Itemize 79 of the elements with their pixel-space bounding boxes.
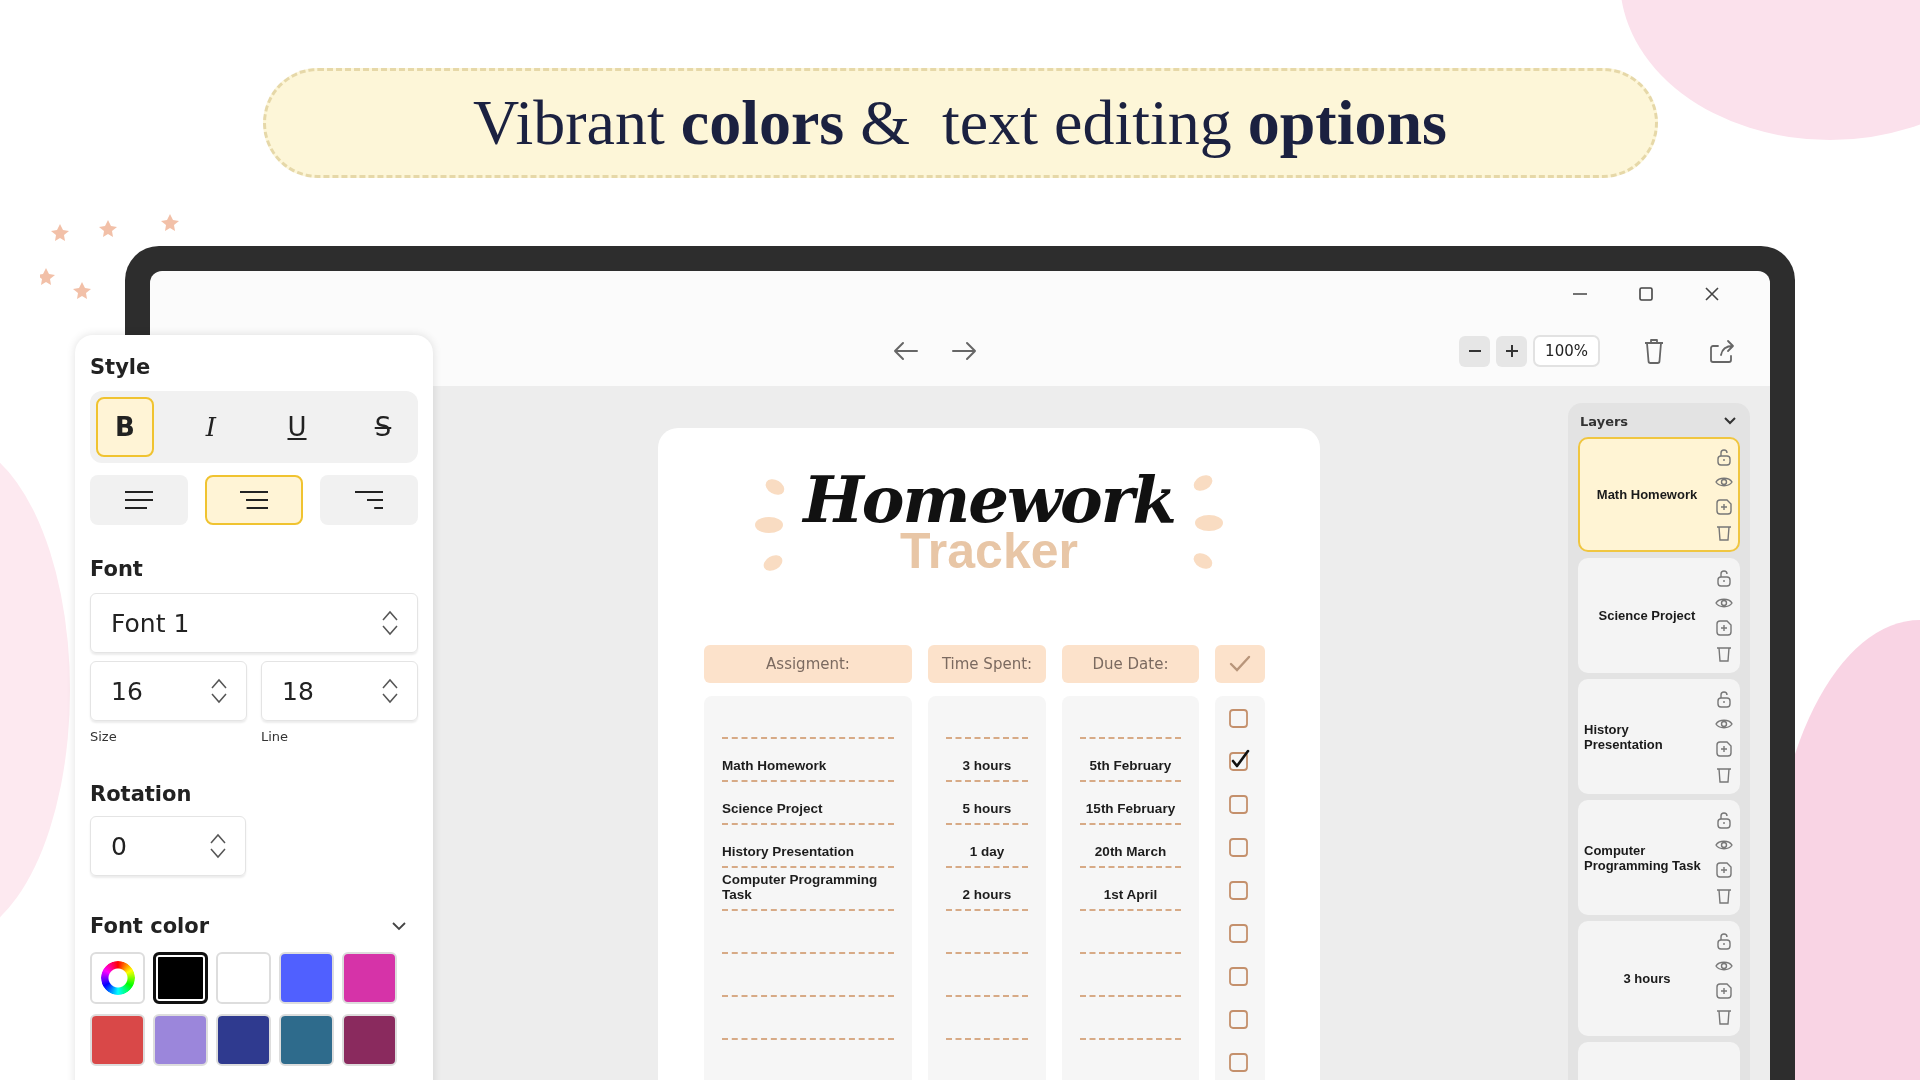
table-cell-text: Computer Programming Task xyxy=(722,871,879,903)
spinner-icon xyxy=(210,677,228,705)
layer-item[interactable]: 3 hours xyxy=(1578,921,1740,1036)
text-style-button[interactable]: S xyxy=(354,397,412,457)
table-cell: 3 hours xyxy=(962,758,1012,774)
align-button[interactable] xyxy=(90,475,188,525)
color-swatch[interactable] xyxy=(153,952,208,1004)
section-title: Rotation xyxy=(90,782,193,806)
trash-icon[interactable] xyxy=(1715,886,1733,905)
unlock-icon[interactable] xyxy=(1715,689,1733,710)
trash-icon[interactable] xyxy=(1715,644,1733,663)
table-cell: 1st April xyxy=(1103,887,1158,903)
layer-name: Computer Programming Task xyxy=(1584,842,1702,873)
align-button[interactable] xyxy=(320,475,418,525)
table-cell: History Presentation xyxy=(722,844,855,860)
table-cell: 15th February xyxy=(1085,801,1176,817)
trash-icon[interactable] xyxy=(1642,337,1666,365)
layers-title: Layers xyxy=(1580,413,1629,429)
text-style-button[interactable]: B xyxy=(96,397,154,457)
section-title: Font xyxy=(90,557,144,581)
text-style-button[interactable]: I xyxy=(182,397,240,457)
column-header: Time Spent: xyxy=(928,645,1046,683)
table-cell: 2 hours xyxy=(962,887,1012,903)
checkbox[interactable] xyxy=(1228,748,1252,773)
color-picker-button[interactable] xyxy=(90,952,145,1004)
trash-icon[interactable] xyxy=(1715,1007,1733,1026)
plus-icon xyxy=(1503,343,1520,359)
field-label: Size xyxy=(90,729,118,744)
layer-item[interactable]: Computer Programming Task xyxy=(1578,800,1740,915)
line-height-field[interactable]: 18 xyxy=(261,661,418,721)
align-lines-icon xyxy=(123,490,155,510)
layer-name: History Presentation xyxy=(1584,721,1664,752)
text-style-button[interactable]: U xyxy=(268,397,326,457)
table-cell: Science Project xyxy=(722,801,823,817)
unlock-icon[interactable] xyxy=(1715,447,1733,468)
layer-item[interactable]: Science Project xyxy=(1578,558,1740,673)
align-lines-icon xyxy=(238,490,270,510)
layer-item[interactable]: History Presentation xyxy=(1578,679,1740,794)
table-cell: 1 day xyxy=(969,844,1005,860)
column-header: Assigment: xyxy=(704,645,912,683)
layer-name: Science Project xyxy=(1598,608,1696,623)
section-title: Style xyxy=(90,355,152,379)
unlock-icon[interactable] xyxy=(1715,568,1733,589)
unlock-icon[interactable] xyxy=(1715,810,1733,831)
duplicate-icon[interactable] xyxy=(1715,981,1733,1000)
layer-name: 3 hours xyxy=(1623,971,1671,986)
field-label: Line xyxy=(261,729,290,744)
trash-icon[interactable] xyxy=(1715,765,1733,784)
minus-icon xyxy=(1468,350,1481,352)
duplicate-icon[interactable] xyxy=(1715,497,1733,516)
spinner-icon xyxy=(209,832,227,860)
share-icon[interactable] xyxy=(1708,338,1736,364)
duplicate-icon[interactable] xyxy=(1715,739,1733,758)
layer-name: Math Homework xyxy=(1596,487,1698,502)
align-button[interactable] xyxy=(205,475,303,525)
duplicate-icon[interactable] xyxy=(1715,860,1733,879)
redo-arrow-icon[interactable] xyxy=(949,339,979,363)
trash-icon[interactable] xyxy=(1715,523,1733,542)
headline: Vibrant colors & text editing options xyxy=(473,86,1447,160)
spinner-icon xyxy=(381,677,399,705)
table-cell: Math Homework xyxy=(722,758,827,774)
font-select[interactable]: Font 1 xyxy=(90,593,418,653)
section-title: Font color xyxy=(90,914,210,938)
size-field[interactable]: 16 xyxy=(90,661,247,721)
duplicate-icon[interactable] xyxy=(1715,618,1733,637)
undo-arrow-icon[interactable] xyxy=(891,339,921,363)
zoom-in-button[interactable] xyxy=(1496,335,1528,367)
unlock-icon[interactable] xyxy=(1715,931,1733,952)
checkmark-icon xyxy=(1229,655,1251,673)
zoom-level[interactable]: 100% xyxy=(1533,335,1600,367)
spinner-icon xyxy=(381,609,399,637)
table-cell: 5th February xyxy=(1089,758,1172,774)
align-lines-icon xyxy=(353,490,385,510)
layer-item[interactable]: Math Homework xyxy=(1578,437,1740,552)
zoom-out-button[interactable] xyxy=(1459,335,1491,367)
rotation-field[interactable]: 0 xyxy=(90,816,246,876)
column-header: Due Date: xyxy=(1062,645,1199,683)
table-cell: 20th March xyxy=(1094,844,1167,860)
table-cell: 5 hours xyxy=(962,801,1012,817)
